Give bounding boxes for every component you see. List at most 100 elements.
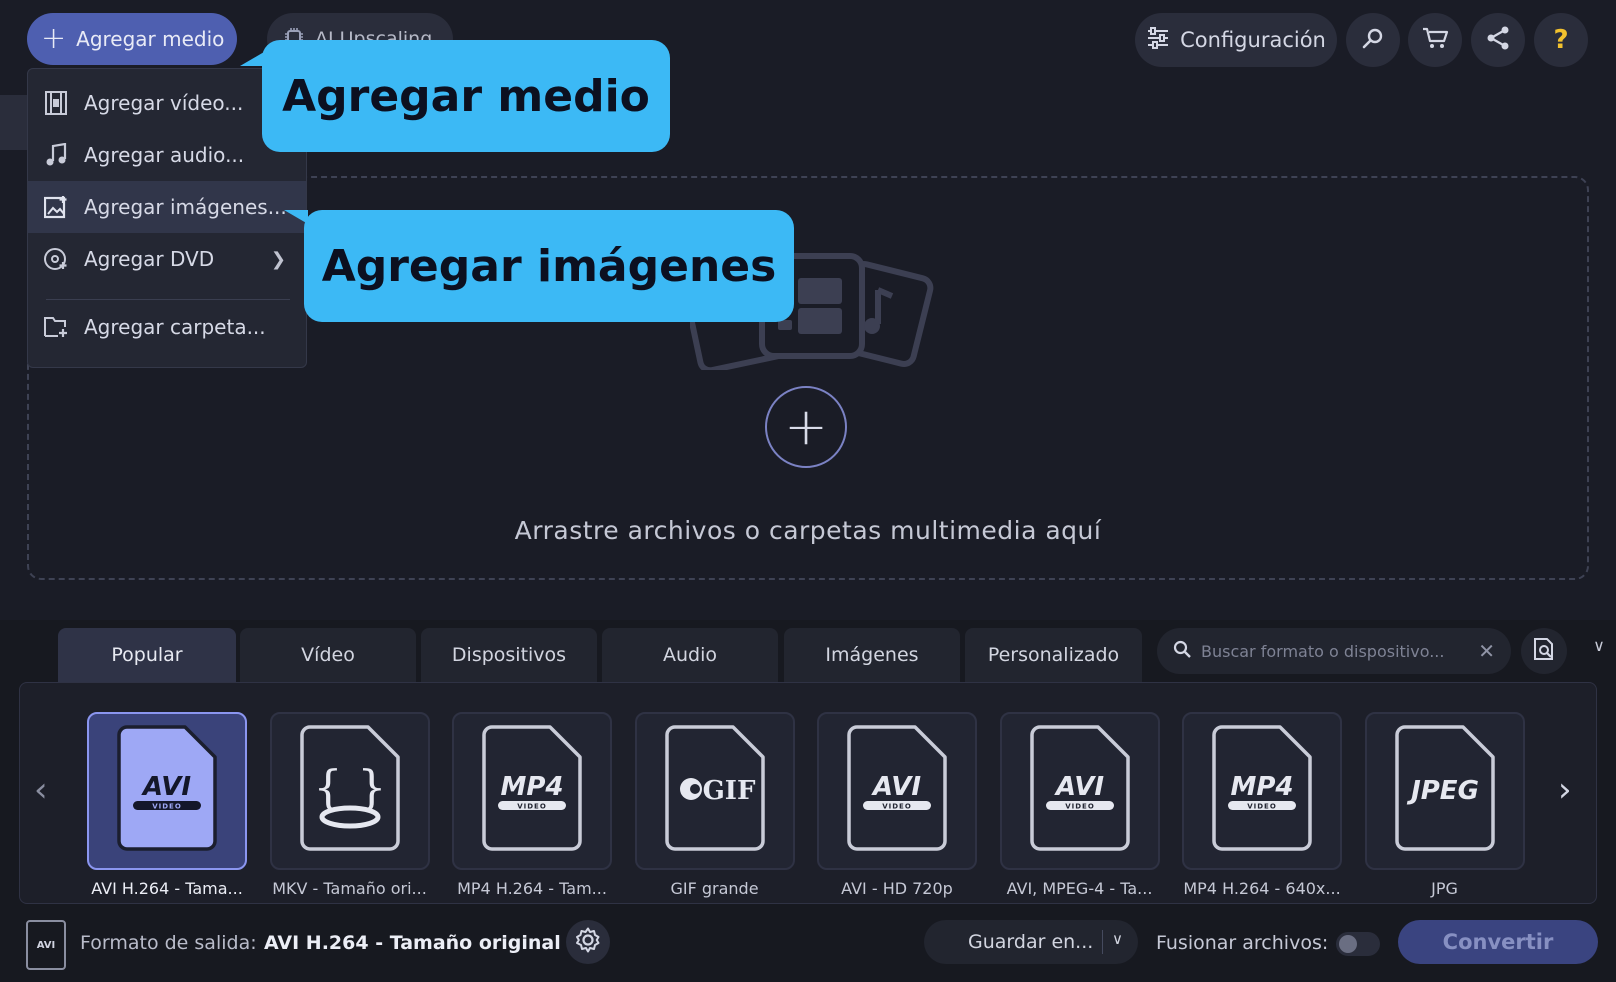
- format-card[interactable]: AVI VIDEO: [87, 712, 247, 870]
- add-media-button[interactable]: + Agregar medio: [27, 13, 237, 65]
- tab-popular[interactable]: Popular: [58, 628, 236, 682]
- search-button[interactable]: [1346, 13, 1400, 67]
- cart-button[interactable]: [1408, 13, 1462, 67]
- menu-item-label: Agregar audio...: [84, 143, 245, 167]
- tab-label: Imágenes: [825, 644, 919, 666]
- format-card-label: MP4 H.264 - 640x...: [1183, 879, 1341, 898]
- tab-label: Audio: [662, 644, 717, 666]
- tab-audio[interactable]: Audio: [602, 628, 778, 682]
- help-button[interactable]: ?: [1534, 13, 1588, 67]
- settings-button[interactable]: Configuración: [1135, 13, 1337, 67]
- gear-icon: [574, 926, 602, 958]
- svg-text:VIDEO: VIDEO: [1065, 803, 1095, 811]
- dvd-icon: [28, 247, 84, 271]
- menu-item-label: Agregar imágenes...: [84, 195, 287, 219]
- convert-label: Convertir: [1442, 930, 1554, 954]
- video-add-icon: [28, 91, 84, 115]
- output-format-label: Formato de salida:: [80, 932, 257, 954]
- save-to-label: Guardar en...: [968, 931, 1094, 953]
- menu-divider: [46, 299, 290, 300]
- svg-text:AVI: AVI: [1053, 772, 1103, 802]
- merge-files-label: Fusionar archivos:: [1156, 932, 1329, 954]
- format-card[interactable]: AVI VIDEO: [999, 712, 1160, 870]
- svg-text:JPEG: JPEG: [1406, 776, 1479, 806]
- callout-add-media: Agregar medio: [240, 40, 670, 152]
- tab-label: Vídeo: [301, 644, 355, 666]
- svg-text:VIDEO: VIDEO: [152, 803, 182, 811]
- save-to-button[interactable]: Guardar en... ∨: [924, 920, 1138, 964]
- plus-icon: +: [784, 397, 828, 457]
- format-card-label: AVI - HD 720p: [841, 879, 953, 898]
- format-card-label: AVI H.264 - Tama...: [91, 879, 243, 898]
- carousel-prev-arrow-icon[interactable]: ‹: [34, 770, 48, 810]
- format-card-label: MKV - Tamaño ori...: [272, 879, 427, 898]
- format-card[interactable]: GIF: [634, 712, 795, 870]
- search-placeholder: Buscar formato o dispositivo...: [1201, 641, 1445, 661]
- format-card[interactable]: { }: [269, 712, 430, 870]
- convert-button[interactable]: Convertir: [1398, 920, 1598, 964]
- share-icon: [1485, 25, 1511, 55]
- tab-custom[interactable]: Personalizado: [965, 628, 1142, 682]
- tab-label: Personalizado: [987, 644, 1120, 666]
- add-files-plus-button[interactable]: +: [765, 386, 847, 468]
- mkv-file-icon: { }: [298, 725, 402, 857]
- format-card-label: MP4 H.264 - Tam...: [457, 879, 607, 898]
- format-preview-button[interactable]: [1521, 628, 1567, 674]
- menu-item-add-folder[interactable]: Agregar carpeta...: [28, 301, 306, 353]
- tab-video[interactable]: Vídeo: [240, 628, 416, 682]
- output-format-file-icon: AVI: [26, 920, 66, 970]
- format-card-label: AVI, MPEG-4 - Ta...: [1006, 879, 1153, 898]
- collapse-panel-chevron-icon[interactable]: ∨: [1586, 630, 1612, 660]
- output-format-value: AVI H.264 - Tamaño original: [264, 932, 561, 954]
- carousel-next-arrow-icon[interactable]: ›: [1558, 770, 1572, 810]
- mp4-file-icon: MP4 VIDEO: [480, 725, 584, 857]
- svg-text:VIDEO: VIDEO: [882, 803, 912, 811]
- format-card-label: JPG: [1431, 879, 1458, 898]
- format-card[interactable]: JPEG: [1364, 712, 1525, 870]
- format-card[interactable]: AVI VIDEO: [817, 712, 977, 870]
- svg-text:MP4: MP4: [500, 772, 563, 802]
- format-card[interactable]: MP4 VIDEO: [1182, 712, 1342, 870]
- search-icon: [1361, 26, 1385, 54]
- callout-add-images: Agregar imágenes: [284, 210, 794, 322]
- avi-file-icon: AVI VIDEO: [845, 725, 949, 857]
- callout-text: Agregar imágenes: [321, 240, 777, 292]
- svg-text:VIDEO: VIDEO: [517, 803, 547, 811]
- avi-file-icon: AVI VIDEO: [1028, 725, 1132, 857]
- help-icon: ?: [1553, 25, 1569, 55]
- clear-search-icon[interactable]: ✕: [1478, 639, 1495, 663]
- share-button[interactable]: [1471, 13, 1525, 67]
- format-carousel: [19, 682, 1597, 904]
- menu-item-label: Agregar vídeo...: [84, 91, 244, 115]
- gif-file-icon: GIF: [663, 725, 767, 857]
- svg-text:MP4: MP4: [1230, 772, 1293, 802]
- menu-item-label: Agregar DVD: [84, 247, 215, 271]
- merge-files-toggle[interactable]: [1336, 932, 1380, 956]
- tab-images[interactable]: Imágenes: [784, 628, 960, 682]
- cart-icon: [1421, 26, 1449, 54]
- menu-item-add-images[interactable]: Agregar imágenes...: [28, 181, 306, 233]
- chevron-down-icon[interactable]: ∨: [1112, 930, 1123, 948]
- menu-item-add-dvd[interactable]: Agregar DVD ❯: [28, 233, 306, 285]
- preview-icon: [1532, 637, 1556, 665]
- tab-label: Popular: [111, 644, 183, 666]
- svg-text:VIDEO: VIDEO: [1247, 803, 1277, 811]
- chevron-right-icon: ❯: [270, 248, 286, 270]
- format-card[interactable]: MP4 VIDEO: [452, 712, 612, 870]
- tab-label: Dispositivos: [451, 644, 567, 666]
- music-note-icon: [28, 143, 84, 167]
- svg-text:AVI: AVI: [141, 772, 191, 802]
- output-settings-button[interactable]: [566, 920, 610, 964]
- avi-file-icon: AVI VIDEO: [115, 725, 219, 857]
- format-search-input[interactable]: Buscar formato o dispositivo... ✕: [1157, 628, 1511, 674]
- jpeg-file-icon: JPEG: [1393, 725, 1497, 857]
- settings-label: Configuración: [1180, 28, 1326, 52]
- drop-zone-hint: Arrastre archivos o carpetas multimedia …: [514, 516, 1102, 545]
- image-add-icon: [28, 195, 84, 219]
- menu-item-label: Agregar carpeta...: [84, 315, 266, 339]
- search-icon: [1173, 640, 1191, 662]
- tab-devices[interactable]: Dispositivos: [421, 628, 597, 682]
- add-media-label: Agregar medio: [76, 27, 225, 51]
- sliders-icon: [1146, 26, 1170, 54]
- svg-text:AVI: AVI: [871, 772, 921, 802]
